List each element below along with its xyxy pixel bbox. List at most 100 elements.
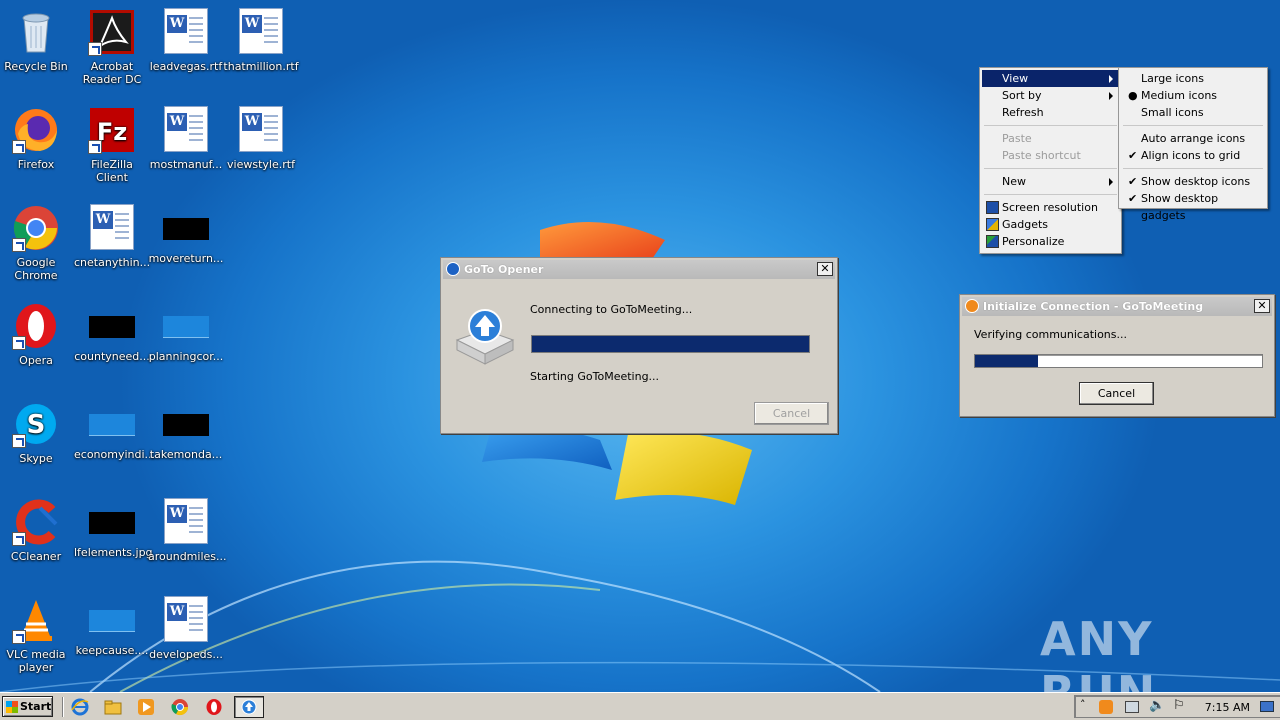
show-desktop-icon[interactable] [1260, 701, 1274, 712]
menu-item-show-desktop-icons[interactable]: ✔ Show desktop icons [1121, 173, 1265, 190]
desktop-icon-keepcause[interactable]: keepcause.... [74, 596, 150, 657]
menu-item-label: Sort by [1002, 89, 1042, 102]
close-icon[interactable]: ✕ [1254, 299, 1270, 313]
desktop-icon-label: Skype [19, 452, 53, 465]
desktop-icon-aroundmiles[interactable]: W aroundmiles... [148, 498, 227, 563]
image-thumbnail-icon [89, 512, 135, 534]
menu-item-sort-by[interactable]: Sort by [982, 87, 1119, 104]
goto-opener-icon [446, 262, 460, 276]
menu-item-small-icons[interactable]: Small icons [1121, 104, 1265, 121]
goto-opener-taskbar-button[interactable] [234, 696, 264, 718]
radio-dot-icon: ● [1128, 89, 1138, 102]
menu-separator [1123, 168, 1263, 169]
desktop-icon-viewstyle[interactable]: W viewstyle.rtf [223, 106, 299, 171]
word-document-icon: W [162, 8, 210, 56]
opera-icon[interactable] [205, 698, 223, 716]
gotomeeting-icon [965, 299, 979, 313]
menu-item-paste[interactable]: Paste [982, 130, 1119, 147]
monitor-icon [986, 201, 999, 214]
gadgets-icon [986, 218, 999, 231]
desktop-icon-mostmanuf[interactable]: W mostmanuf... [148, 106, 224, 171]
initialize-connection-window: Initialize Connection - GoToMeeting ✕ Ve… [959, 294, 1275, 417]
filezilla-icon: Fz [88, 106, 136, 154]
desktop-icon-label: VLC media player [6, 648, 66, 674]
menu-item-label: Refresh [1002, 106, 1044, 119]
svg-text:S: S [27, 410, 46, 440]
desktop-icon-vlc[interactable]: VLC media player [0, 596, 74, 674]
progress-fill [532, 336, 809, 352]
desktop-icon-ccleaner[interactable]: CCleaner [0, 498, 74, 563]
menu-item-show-desktop-gadgets[interactable]: ✔ Show desktop gadgets [1121, 190, 1265, 222]
menu-item-label: Paste shortcut [1002, 149, 1081, 162]
flag-icon[interactable]: ⚐ [1173, 698, 1185, 713]
desktop-icon-label: leadvegas.rtf [149, 60, 223, 73]
desktop-icon-takemonda[interactable]: takemonda... [148, 400, 224, 461]
chevron-up-icon[interactable]: ˄ [1080, 698, 1086, 711]
desktop-icon-countyneed[interactable]: countyneed... [74, 302, 150, 363]
speaker-icon[interactable]: 🔈 [1149, 698, 1165, 713]
menu-item-label: View [1002, 72, 1029, 85]
desktop-icon-leadvegas[interactable]: W leadvegas.rtf [148, 8, 224, 73]
goto-opener-progress-bar [531, 335, 810, 353]
desktop-icon-movereturn[interactable]: movereturn... [148, 204, 224, 265]
image-thumbnail-icon [163, 414, 209, 436]
desktop-icon-firefox[interactable]: Firefox [0, 106, 74, 171]
desktop-icon-label: movereturn... [148, 252, 224, 265]
window-title: Initialize Connection - GoToMeeting [983, 300, 1204, 313]
desktop-icon-label: developeds... [149, 648, 223, 661]
explorer-icon[interactable] [104, 698, 122, 716]
windows-logo-icon [6, 701, 18, 713]
menu-item-refresh[interactable]: Refresh [982, 104, 1119, 121]
desktop-icon-opera[interactable]: Opera [0, 302, 74, 367]
goto-opener-titlebar[interactable]: GoTo Opener ✕ [443, 260, 835, 279]
menu-item-gadgets[interactable]: Gadgets [982, 216, 1119, 233]
desktop-icon-economyindi[interactable]: economyindi... [74, 400, 156, 461]
word-document-icon: W [162, 498, 210, 546]
menu-separator [984, 168, 1117, 169]
menu-item-screen-resolution[interactable]: Screen resolution [982, 199, 1119, 216]
menu-item-large-icons[interactable]: Large icons [1121, 70, 1265, 87]
desktop-icon-recycle-bin[interactable]: Recycle Bin [0, 8, 74, 73]
desktop-icon-cnetanythin[interactable]: W cnetanythin... [74, 204, 150, 269]
close-icon[interactable]: ✕ [817, 262, 833, 276]
shortcut-arrow-icon [12, 336, 26, 350]
desktop-icon-developeds[interactable]: W developeds... [148, 596, 224, 661]
desktop-icon-label: cnetanythin... [74, 256, 151, 269]
gotomeeting-tray-icon[interactable] [1099, 700, 1113, 714]
desktop-icon-filezilla[interactable]: Fz FileZilla Client [74, 106, 150, 184]
cancel-button[interactable]: Cancel [754, 402, 829, 425]
clock[interactable]: 7:15 AM [1205, 701, 1250, 714]
init-connection-titlebar[interactable]: Initialize Connection - GoToMeeting ✕ [962, 297, 1272, 316]
menu-item-medium-icons[interactable]: ● Medium icons [1121, 87, 1265, 104]
menu-item-paste-shortcut[interactable]: Paste shortcut [982, 147, 1119, 164]
menu-item-view[interactable]: View [982, 70, 1119, 87]
desktop-icon-google-chrome[interactable]: Google Chrome [0, 204, 74, 282]
menu-item-auto-arrange[interactable]: Auto arrange icons [1121, 130, 1265, 147]
menu-item-label: Screen resolution [1002, 201, 1098, 214]
desktop-icon-label: thatmillion.rtf [223, 60, 299, 73]
desktop-icon-acrobat[interactable]: Acrobat Reader DC [74, 8, 150, 86]
desktop-icon-label: CCleaner [10, 550, 62, 563]
menu-item-label: Gadgets [1002, 218, 1049, 231]
network-icon[interactable] [1125, 701, 1139, 713]
menu-item-new[interactable]: New [982, 173, 1119, 190]
desktop-icon-thatmillion[interactable]: W thatmillion.rtf [223, 8, 299, 73]
menu-item-label: Show desktop icons [1141, 175, 1251, 188]
ie-icon[interactable] [71, 698, 89, 716]
desktop-icon-label: lfelements.jpg [74, 546, 153, 559]
media-player-icon[interactable] [137, 698, 155, 716]
taskbar: Start ˄ 🔈 ⚐ 7:15 AM [0, 692, 1280, 720]
desktop-icon-label: economyindi... [74, 448, 156, 461]
menu-item-label: Paste [1002, 132, 1032, 145]
menu-item-personalize[interactable]: Personalize [982, 233, 1119, 250]
menu-separator [1123, 125, 1263, 126]
menu-item-align-to-grid[interactable]: ✔ Align icons to grid [1121, 147, 1265, 164]
desktop-icon-label: Opera [19, 354, 53, 367]
cancel-button[interactable]: Cancel [1079, 382, 1154, 405]
start-button[interactable]: Start [2, 696, 53, 717]
desktop-icon-lfelements[interactable]: lfelements.jpg [74, 498, 153, 559]
image-thumbnail-icon [89, 414, 135, 436]
chrome-icon[interactable] [171, 698, 189, 716]
desktop-icon-planningcor[interactable]: planningcor... [148, 302, 224, 363]
desktop-icon-skype[interactable]: S Skype [0, 400, 74, 465]
